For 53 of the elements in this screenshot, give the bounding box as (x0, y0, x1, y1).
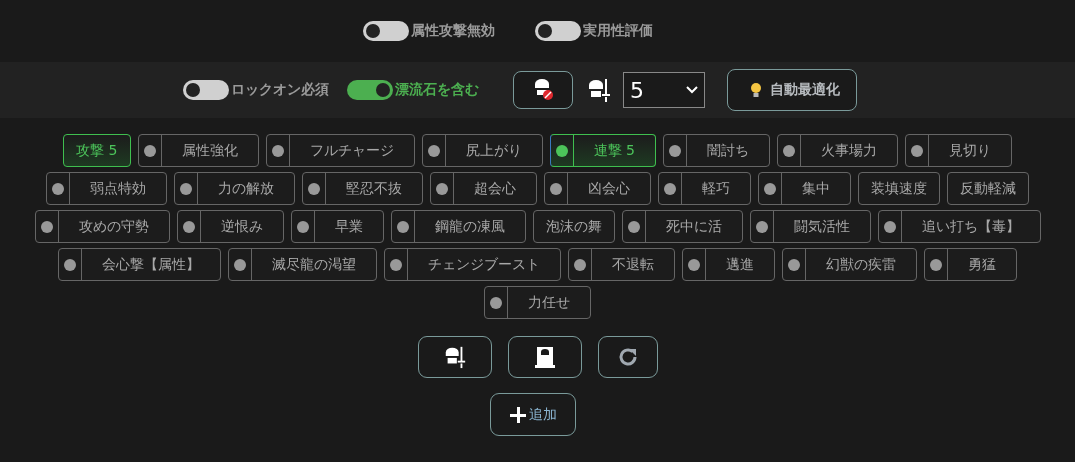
skill-chip[interactable]: 追い打ち【毒】 (877, 210, 1041, 243)
plus-icon (508, 405, 527, 424)
skill-chip[interactable]: 力任せ (484, 286, 591, 319)
skill-chip[interactable]: 幻獣の疾雷 (782, 248, 917, 281)
lightbulb-icon (750, 82, 762, 98)
skill-chip[interactable]: 攻撃 5 (63, 134, 131, 167)
add-button[interactable]: 追加 (489, 393, 576, 436)
skill-chip[interactable]: 鋼龍の凍風 (390, 210, 526, 243)
skill-chip[interactable]: 闇討ち (662, 134, 770, 167)
skill-chip[interactable]: 属性強化 (137, 134, 259, 167)
skill-chip[interactable]: 装填速度 (858, 172, 940, 205)
skill-chip[interactable]: 超会心 (430, 172, 537, 205)
skill-chip[interactable]: 軽巧 (658, 172, 751, 205)
skill-chip[interactable]: 力の解放 (174, 172, 295, 205)
chevron-icon (686, 86, 698, 94)
skill-chip[interactable]: 死中に活 (621, 210, 743, 243)
skill-chip[interactable]: 勇猛 (924, 248, 1017, 281)
skill-chip[interactable]: 集中 (758, 172, 851, 205)
skill-chip[interactable]: 会心撃【属性】 (58, 248, 221, 281)
armor-sword-button[interactable] (417, 336, 492, 378)
armor-sword-icon (587, 77, 611, 103)
count-select[interactable]: 5 (623, 72, 705, 108)
skill-chip[interactable]: 凶会心 (544, 172, 651, 205)
skill-chip[interactable]: 泡沫の舞 (532, 210, 615, 243)
skill-chip[interactable]: 攻めの守勢 (34, 210, 170, 243)
skill-chip[interactable]: 反動軽減 (947, 172, 1029, 205)
toggle-switch[interactable] (183, 80, 229, 100)
toggle-switch[interactable] (534, 21, 581, 41)
toggle-switch[interactable] (347, 80, 393, 100)
toggle-label: ロックオン必須 (231, 81, 329, 99)
toggle-label: 実用性評価 (582, 22, 653, 40)
book-button[interactable] (507, 336, 582, 378)
skill-chip[interactable]: 邁進 (682, 248, 775, 281)
refresh-button[interactable] (597, 336, 658, 378)
skill-chip[interactable]: 堅忍不抜 (302, 172, 423, 205)
skill-chip[interactable]: 尻上がり (421, 134, 543, 167)
skill-chip[interactable]: 火事場力 (776, 134, 898, 167)
skill-chip[interactable]: 早業 (290, 210, 384, 243)
skill-chip[interactable]: 連撃 5 (549, 134, 656, 167)
toggle-switch[interactable] (362, 21, 409, 41)
skill-chip[interactable]: 滅尽龍の渇望 (228, 248, 377, 281)
skill-chip[interactable]: 見切り (904, 134, 1012, 167)
toggle-label: 漂流石を含む (395, 81, 479, 99)
skill-chip[interactable]: 闘気活性 (749, 210, 871, 243)
skill-chip[interactable]: 逆恨み (176, 210, 284, 243)
skill-chip[interactable]: 弱点特効 (46, 172, 167, 205)
book-icon (533, 345, 556, 369)
toggle-label: 属性攻撃無効 (410, 22, 495, 40)
armor-excluded-button[interactable] (513, 71, 573, 109)
skill-chip[interactable]: フルチャージ (265, 134, 415, 167)
optimize-button[interactable]: 自動最適化 (727, 69, 857, 111)
skill-chip[interactable]: チェンジブースト (384, 248, 561, 281)
skill-chip[interactable]: 不退転 (568, 248, 675, 281)
